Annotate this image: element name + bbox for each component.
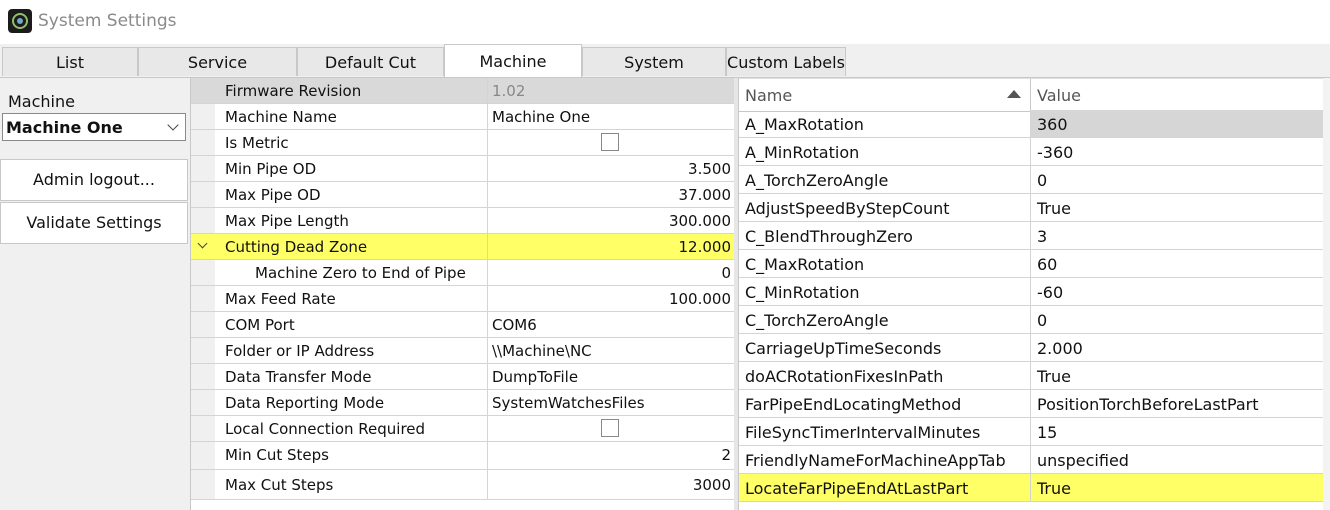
- name-column-header[interactable]: Name: [745, 86, 792, 105]
- machine-dropdown[interactable]: Machine One: [2, 113, 186, 141]
- value-column-header[interactable]: Value: [1037, 86, 1081, 105]
- property-row[interactable]: Local Connection Required: [191, 416, 735, 442]
- table-row[interactable]: doACRotationFixesInPath True: [739, 362, 1323, 390]
- table-row[interactable]: C_BlendThroughZero 3: [739, 222, 1323, 250]
- table-row[interactable]: A_TorchZeroAngle 0: [739, 166, 1323, 194]
- property-value[interactable]: DumpToFile: [487, 364, 735, 389]
- property-row[interactable]: Firmware Revision 1.02: [191, 78, 735, 104]
- app-icon: [8, 9, 32, 33]
- property-row[interactable]: COM Port COM6: [191, 312, 735, 338]
- property-value[interactable]: SystemWatchesFiles: [487, 390, 735, 415]
- property-row[interactable]: Machine Name Machine One: [191, 104, 735, 130]
- sort-ascending-icon: [1007, 90, 1021, 98]
- table-row[interactable]: C_TorchZeroAngle 0: [739, 306, 1323, 334]
- property-value[interactable]: 100.000: [487, 286, 735, 311]
- table-row[interactable]: CarriageUpTimeSeconds 2.000: [739, 334, 1323, 362]
- property-name: Machine Zero to End of Pipe: [255, 264, 466, 282]
- property-name: Cutting Dead Zone: [225, 238, 368, 256]
- property-value[interactable]: 300.000: [487, 208, 735, 233]
- table-row[interactable]: A_MinRotation -360: [739, 138, 1323, 166]
- property-name: Max Cut Steps: [225, 476, 334, 494]
- property-name: Max Pipe OD: [225, 186, 321, 204]
- property-name: COM Port: [225, 316, 295, 334]
- property-name: Max Pipe Length: [225, 212, 349, 230]
- property-row[interactable]: Min Cut Steps 2: [191, 442, 735, 470]
- property-name: Firmware Revision: [225, 82, 362, 100]
- machine-selected-value: Machine One: [6, 118, 123, 137]
- grid-header: Name Value: [739, 78, 1323, 112]
- table-row[interactable]: C_MinRotation -60: [739, 278, 1323, 306]
- property-row[interactable]: Folder or IP Address \\Machine\NC: [191, 338, 735, 364]
- property-value[interactable]: Machine One: [487, 104, 735, 129]
- property-value[interactable]: 2: [487, 442, 735, 469]
- machine-label: Machine: [8, 92, 75, 111]
- tab-machine-settings[interactable]: Machine Settings: [444, 44, 582, 104]
- property-row[interactable]: Max Feed Rate 100.000: [191, 286, 735, 312]
- property-value[interactable]: 1.02: [487, 78, 735, 103]
- table-row[interactable]: FriendlyNameForMachineAppTab unspecified: [739, 446, 1323, 474]
- property-row[interactable]: Data Transfer Mode DumpToFile: [191, 364, 735, 390]
- table-row[interactable]: FarPipeEndLocatingMethod PositionTorchBe…: [739, 390, 1323, 418]
- table-row[interactable]: AdjustSpeedByStepCount True: [739, 194, 1323, 222]
- tab-custom-labels[interactable]: Custom Labels: [726, 47, 846, 76]
- property-row[interactable]: Max Pipe OD 37.000: [191, 182, 735, 208]
- local-connection-checkbox[interactable]: [601, 419, 619, 437]
- property-row[interactable]: Max Cut Steps 3000: [191, 470, 735, 500]
- machine-property-grid: Firmware Revision 1.02 Machine Name Mach…: [190, 78, 735, 510]
- property-row[interactable]: Is Metric: [191, 130, 735, 156]
- property-value[interactable]: COM6: [487, 312, 735, 337]
- property-name: Is Metric: [225, 134, 289, 152]
- property-row-child[interactable]: Machine Zero to End of Pipe 0: [191, 260, 735, 286]
- table-row-highlighted[interactable]: LocateFarPipeEndAtLastPart True: [739, 474, 1323, 502]
- property-name: Folder or IP Address: [225, 342, 375, 360]
- chevron-down-icon: [167, 119, 179, 131]
- property-value[interactable]: 3.500: [487, 156, 735, 181]
- tab-list-management[interactable]: List Management: [2, 47, 138, 101]
- property-row-highlighted[interactable]: Cutting Dead Zone 12.000: [191, 234, 735, 260]
- left-panel: Machine Machine One Admin logout... Vali…: [0, 78, 190, 510]
- validate-settings-button[interactable]: Validate Settings: [0, 202, 188, 244]
- title-bar: System Settings: [0, 0, 1330, 44]
- property-value[interactable]: 37.000: [487, 182, 735, 207]
- tab-service-connections[interactable]: Service Connections: [138, 47, 297, 101]
- property-value[interactable]: \\Machine\NC: [487, 338, 735, 363]
- tab-system-properties[interactable]: System Properties: [582, 47, 726, 101]
- window-title: System Settings: [38, 11, 177, 31]
- tab-strip: List Management Service Connections Defa…: [0, 44, 1330, 104]
- property-value[interactable]: 3000: [487, 470, 735, 499]
- property-row[interactable]: Max Pipe Length 300.000: [191, 208, 735, 234]
- property-name: Max Feed Rate: [225, 290, 336, 308]
- admin-logout-button[interactable]: Admin logout...: [0, 159, 188, 201]
- property-value[interactable]: [487, 130, 735, 155]
- tab-default-cut-values[interactable]: Default Cut Values: [297, 47, 444, 101]
- property-value[interactable]: [487, 416, 735, 441]
- property-value[interactable]: 0: [487, 260, 735, 285]
- table-row[interactable]: A_MaxRotation 360: [739, 110, 1323, 138]
- property-name: Min Cut Steps: [225, 446, 329, 464]
- system-settings-grid: Name Value A_MaxRotation 360 A_MinRotati…: [738, 78, 1330, 510]
- property-name: Local Connection Required: [225, 420, 426, 438]
- property-row[interactable]: Min Pipe OD 3.500: [191, 156, 735, 182]
- property-row[interactable]: Data Reporting Mode SystemWatchesFiles: [191, 390, 735, 416]
- property-name: Data Reporting Mode: [225, 394, 385, 412]
- property-name: Data Transfer Mode: [225, 368, 372, 386]
- property-name: Machine Name: [225, 108, 337, 126]
- table-row[interactable]: C_MaxRotation 60: [739, 250, 1323, 278]
- table-row[interactable]: FileSyncTimerIntervalMinutes 15: [739, 418, 1323, 446]
- is-metric-checkbox[interactable]: [601, 133, 619, 151]
- property-value[interactable]: 12.000: [487, 234, 735, 259]
- chevron-down-icon[interactable]: [197, 238, 208, 249]
- vertical-scrollbar[interactable]: [1323, 78, 1330, 510]
- property-name: Min Pipe OD: [225, 160, 317, 178]
